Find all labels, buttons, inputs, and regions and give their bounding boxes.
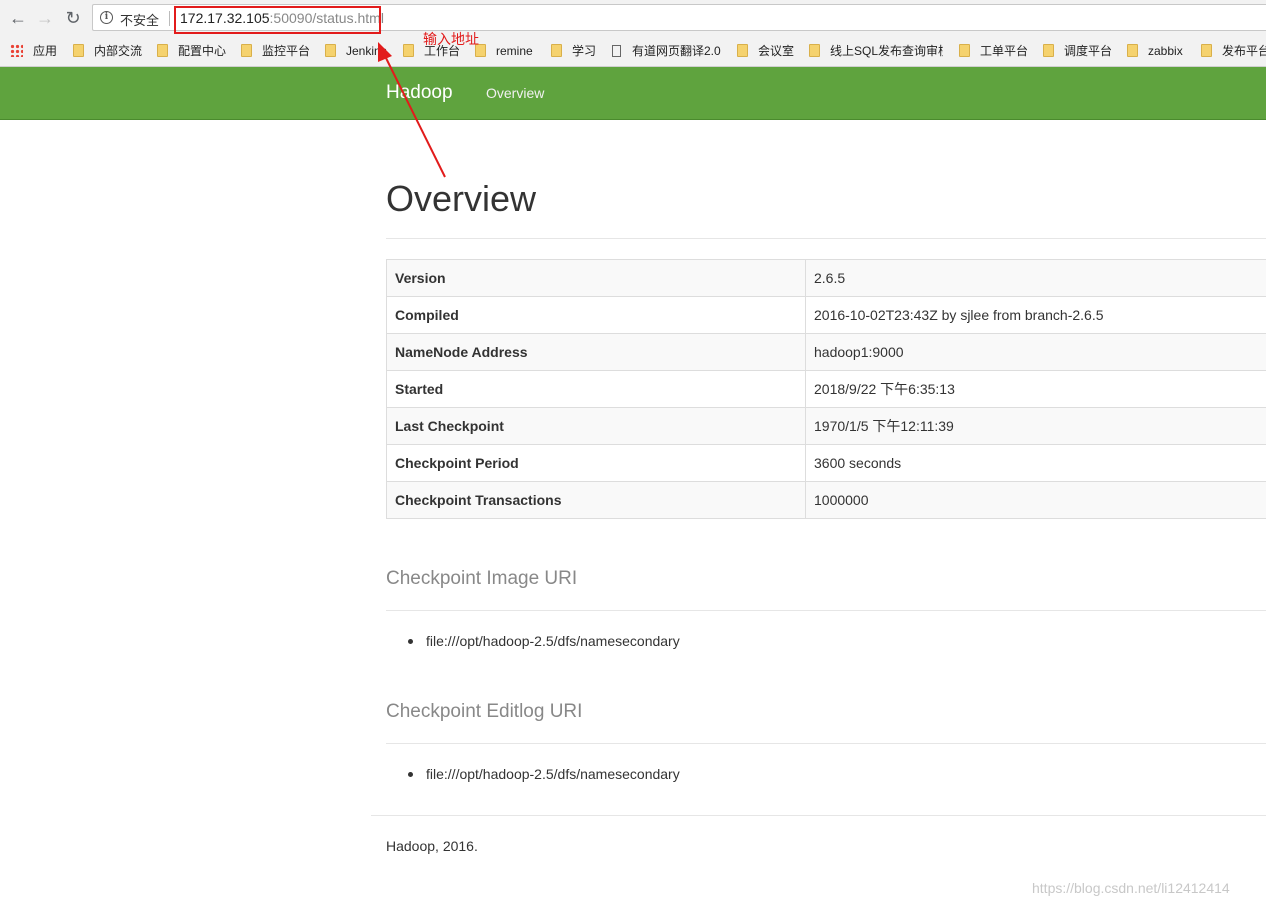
table-key: Version xyxy=(386,259,806,297)
footer-divider xyxy=(371,815,1266,816)
apps-icon xyxy=(10,44,23,57)
bookmark-item[interactable]: 发布平台 xyxy=(1201,42,1266,60)
folder-icon xyxy=(1043,44,1054,57)
navbar: Hadoop Overview xyxy=(0,67,1266,120)
folder-icon xyxy=(73,44,84,57)
table-key: Checkpoint Transactions xyxy=(386,481,806,519)
folder-icon xyxy=(157,44,168,57)
arrow-right-icon[interactable]: → xyxy=(33,6,57,30)
bullet xyxy=(408,639,413,644)
bookmark-item[interactable]: 工单平台 xyxy=(959,42,1028,60)
watermark: https://blog.csdn.net/li12412414 xyxy=(1032,880,1230,896)
table-row: Last Checkpoint 1970/1/5 下午12:11:39 xyxy=(386,407,1266,445)
bookmarks-bar: 应用 内部交流 配置中心 监控平台 Jenkins 工作台 remine 学习 … xyxy=(0,36,1266,67)
folder-icon xyxy=(1127,44,1138,57)
nav-link-overview[interactable]: Overview xyxy=(486,85,544,101)
bookmark-label: Jenkins xyxy=(346,44,387,58)
bullet xyxy=(408,772,413,777)
bookmark-label: 发布平台 xyxy=(1222,44,1266,58)
editlog-uri-heading: Checkpoint Editlog URI xyxy=(386,701,583,722)
info-icon[interactable]: i xyxy=(100,11,113,24)
divider xyxy=(169,11,170,26)
folder-icon xyxy=(959,44,970,57)
table-value: hadoop1:9000 xyxy=(805,333,1266,371)
table-row: Checkpoint Transactions 1000000 xyxy=(386,481,1266,519)
bookmark-item[interactable]: 配置中心 xyxy=(157,42,226,60)
table-value: 1970/1/5 下午12:11:39 xyxy=(805,407,1266,445)
arrow-left-icon[interactable]: ← xyxy=(6,6,30,30)
table-row: NameNode Address hadoop1:9000 xyxy=(386,333,1266,371)
table-row: Started 2018/9/22 下午6:35:13 xyxy=(386,370,1266,408)
bookmark-item[interactable]: 监控平台 xyxy=(241,42,310,60)
document-icon xyxy=(612,45,621,57)
bookmark-label: 监控平台 xyxy=(262,44,311,58)
footer-text: Hadoop, 2016. xyxy=(386,838,478,854)
bookmark-item[interactable]: 有道网页翻译2.0 xyxy=(612,42,721,60)
table-key: Compiled xyxy=(386,296,806,334)
bookmark-label: 应用 xyxy=(33,44,58,58)
folder-icon xyxy=(1201,44,1212,57)
folder-icon xyxy=(551,44,562,57)
image-uri-item: file:///opt/hadoop-2.5/dfs/namesecondary xyxy=(426,633,680,649)
folder-icon xyxy=(403,44,414,57)
table-value: 1000000 xyxy=(805,481,1266,519)
bookmark-label: 会议室 xyxy=(758,44,795,58)
bookmark-item[interactable]: Jenkins xyxy=(325,42,387,60)
folder-icon xyxy=(809,44,820,57)
bookmark-label: 线上SQL发布查询审核 xyxy=(830,44,943,58)
table-value: 2.6.5 xyxy=(805,259,1266,297)
divider xyxy=(386,238,1266,239)
overview-table: Version 2.6.5 Compiled 2016-10-02T23:43Z b… xyxy=(386,259,1266,519)
table-key: Started xyxy=(386,370,806,408)
annotation-highlight-box xyxy=(174,6,381,34)
table-key: Checkpoint Period xyxy=(386,444,806,482)
bookmark-item[interactable]: 调度平台 xyxy=(1043,42,1112,60)
folder-icon xyxy=(737,44,748,57)
divider xyxy=(386,743,1266,744)
table-value: 2016-10-02T23:43Z by sjlee from branch-2… xyxy=(805,296,1266,334)
bookmark-label: 内部交流 xyxy=(94,44,143,58)
bookmark-label: zabbix xyxy=(1148,44,1183,58)
bookmark-item[interactable]: 学习 xyxy=(551,42,596,60)
folder-icon xyxy=(241,44,252,57)
bookmark-label: 有道网页翻译2.0 xyxy=(632,44,721,58)
folder-icon xyxy=(325,44,336,57)
table-value: 3600 seconds xyxy=(805,444,1266,482)
bookmark-item[interactable]: 会议室 xyxy=(737,42,794,60)
bookmark-label: 调度平台 xyxy=(1064,44,1113,58)
table-row: Compiled 2016-10-02T23:43Z by sjlee from … xyxy=(386,296,1266,334)
reload-icon[interactable]: ↻ xyxy=(61,6,85,30)
table-value: 2018/9/22 下午6:35:13 xyxy=(805,370,1266,408)
table-key: NameNode Address xyxy=(386,333,806,371)
divider xyxy=(386,610,1266,611)
navbar-brand[interactable]: Hadoop xyxy=(386,82,453,104)
bookmark-label: remine xyxy=(496,44,533,58)
annotation-label: 输入地址 xyxy=(423,31,479,47)
page-title: Overview xyxy=(386,178,537,219)
table-key: Last Checkpoint xyxy=(386,407,806,445)
table-row: Checkpoint Period 3600 seconds xyxy=(386,444,1266,482)
security-label[interactable]: 不安全 xyxy=(120,10,159,29)
editlog-uri-item: file:///opt/hadoop-2.5/dfs/namesecondary xyxy=(426,766,680,782)
bookmark-label: 配置中心 xyxy=(178,44,227,58)
bookmark-item[interactable]: zabbix xyxy=(1127,42,1183,60)
bookmark-label: 学习 xyxy=(572,44,597,58)
bookmark-item[interactable]: 线上SQL发布查询审核 xyxy=(809,42,943,60)
bookmark-label: 工单平台 xyxy=(980,44,1029,58)
image-uri-heading: Checkpoint Image URI xyxy=(386,568,578,589)
table-row: Version 2.6.5 xyxy=(386,259,1266,297)
bookmark-item[interactable]: remine xyxy=(475,42,533,60)
bookmark-apps[interactable]: 应用 xyxy=(10,42,57,60)
bookmark-item[interactable]: 内部交流 xyxy=(73,42,142,60)
